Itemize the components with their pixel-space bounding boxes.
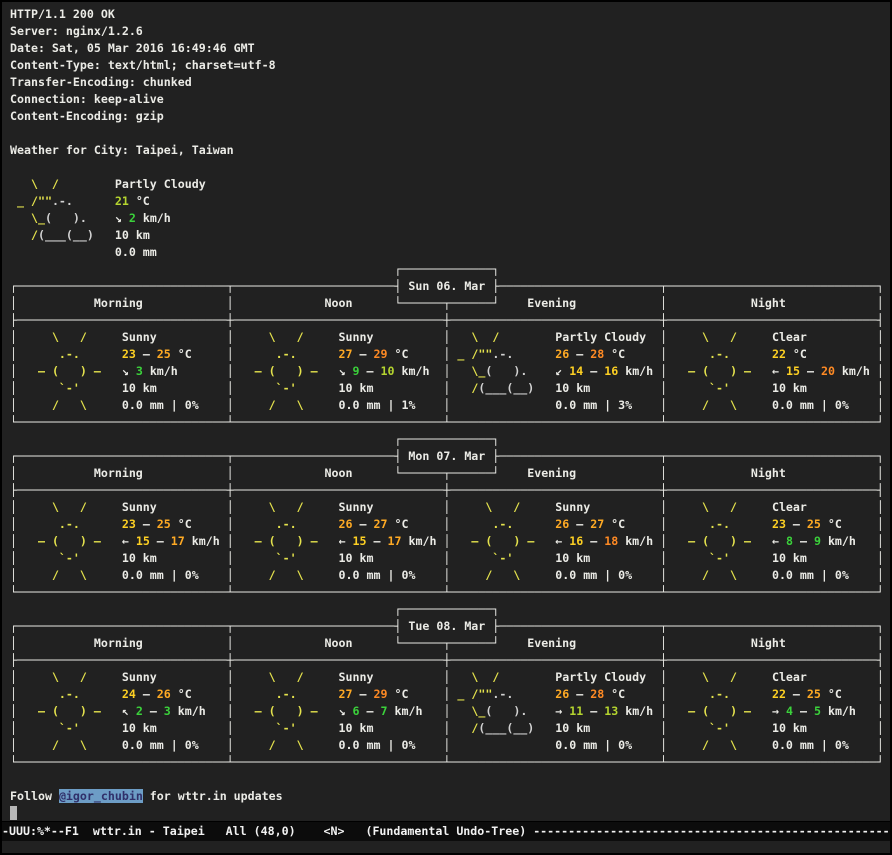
table-top-border: ┌──────────────────────────────┬────────… [10, 448, 890, 465]
blank-line [10, 771, 890, 788]
period-header-row: │ Morning │ Noon └──────┬──────┘ Evening… [10, 465, 890, 482]
current-weather-line: 0.0 mm [10, 244, 890, 261]
modeline-text: -UUU:%*--F1 wttr.in - Taipei All (48,0) … [2, 824, 890, 838]
twitter-handle-link[interactable]: @igor_chubin [59, 789, 143, 803]
current-weather-line: _ /"".-. 21 °C [10, 193, 890, 210]
period-header-row: │ Morning │ Noon └──────┬──────┘ Evening… [10, 295, 890, 312]
table-bottom-border: └──────────────────────────────┴────────… [10, 754, 890, 771]
period-header-row: │ Morning │ Noon └──────┬──────┘ Evening… [10, 635, 890, 652]
forecast-row: │ .-. 23 – 25 °C │ .-. 27 – 29 °C │ _ /"… [10, 346, 890, 363]
forecast-row: │ `-' 10 km │ `-' 10 km │ /(___(__) 10 k… [10, 380, 890, 397]
terminal-window: HTTP/1.1 200 OKServer: nginx/1.2.6Date: … [2, 2, 890, 853]
weather-location-title: Weather for City: Taipei, Taiwan [10, 142, 890, 159]
cursor-line [10, 805, 890, 821]
forecast-row: │ \ / Sunny │ \ / Sunny │ \ / Sunny │ \ … [10, 499, 890, 516]
date-box-top: ┌─────────────┐ [10, 261, 890, 278]
http-header-line: Content-Type: text/html; charset=utf-8 [10, 57, 890, 74]
date-box-top: ┌─────────────┐ [10, 601, 890, 618]
http-header-line: HTTP/1.1 200 OK [10, 6, 890, 23]
current-weather-line: \ / Partly Cloudy [10, 176, 890, 193]
current-weather-line: /(___(__) 10 km [10, 227, 890, 244]
http-header-line: Server: nginx/1.2.6 [10, 23, 890, 40]
text-cursor [10, 806, 17, 820]
forecast-row: │ / \ 0.0 mm | 0% │ / \ 0.0 mm | 1% │ 0.… [10, 397, 890, 414]
table-bottom-border: └──────────────────────────────┴────────… [10, 584, 890, 601]
forecast-row: │ / \ 0.0 mm | 0% │ / \ 0.0 mm | 0% │ 0.… [10, 737, 890, 754]
current-weather-line: \_( ). ↘ 2 km/h [10, 210, 890, 227]
follow-prefix: Follow [10, 789, 59, 803]
table-top-border: ┌──────────────────────────────┬────────… [10, 278, 890, 295]
http-header-line: Connection: keep-alive [10, 91, 890, 108]
follow-suffix: for wttr.in updates [143, 789, 283, 803]
forecast-row: │ / \ 0.0 mm | 0% │ / \ 0.0 mm | 0% │ / … [10, 567, 890, 584]
http-header-line: Transfer-Encoding: chunked [10, 74, 890, 91]
forecast-row: │ `-' 10 km │ `-' 10 km │ /(___(__) 10 k… [10, 720, 890, 737]
table-bottom-border: └──────────────────────────────┴────────… [10, 414, 890, 431]
blank-line [10, 125, 890, 142]
forecast-row: │ .-. 24 – 26 °C │ .-. 27 – 29 °C │ _ /"… [10, 686, 890, 703]
date-box-top: ┌─────────────┐ [10, 431, 890, 448]
header-separator: ├──────────────────────────────┼────────… [10, 482, 890, 499]
weather-report-output: HTTP/1.1 200 OKServer: nginx/1.2.6Date: … [10, 6, 890, 771]
forecast-row: │ – ( ) – ← 15 – 17 km/h │ – ( ) – ← 15 … [10, 533, 890, 550]
follow-line: Follow @igor_chubin for wttr.in updates [10, 788, 890, 805]
table-top-border: ┌──────────────────────────────┬────────… [10, 618, 890, 635]
http-header-line: Content-Encoding: gzip [10, 108, 890, 125]
forecast-row: │ `-' 10 km │ `-' 10 km │ `-' 10 km │ `-… [10, 550, 890, 567]
header-separator: ├──────────────────────────────┼────────… [10, 652, 890, 669]
forecast-row: │ \ / Sunny │ \ / Sunny │ \ / Partly Clo… [10, 669, 890, 686]
forecast-row: │ .-. 23 – 25 °C │ .-. 26 – 27 °C │ .-. … [10, 516, 890, 533]
header-separator: ├──────────────────────────────┼────────… [10, 312, 890, 329]
forecast-row: │ – ( ) – ↘ 3 km/h │ – ( ) – ↘ 9 – 10 km… [10, 363, 890, 380]
echo-area[interactable] [2, 841, 890, 853]
http-header-line: Date: Sat, 05 Mar 2016 16:49:46 GMT [10, 40, 890, 57]
emacs-modeline[interactable]: -UUU:%*--F1 wttr.in - Taipei All (48,0) … [2, 821, 890, 841]
forecast-row: │ – ( ) – ↖ 2 – 3 km/h │ – ( ) – ↘ 6 – 7… [10, 703, 890, 720]
emacs-buffer[interactable]: HTTP/1.1 200 OKServer: nginx/1.2.6Date: … [2, 2, 890, 821]
forecast-row: │ \ / Sunny │ \ / Sunny │ \ / Partly Clo… [10, 329, 890, 346]
blank-line [10, 159, 890, 176]
